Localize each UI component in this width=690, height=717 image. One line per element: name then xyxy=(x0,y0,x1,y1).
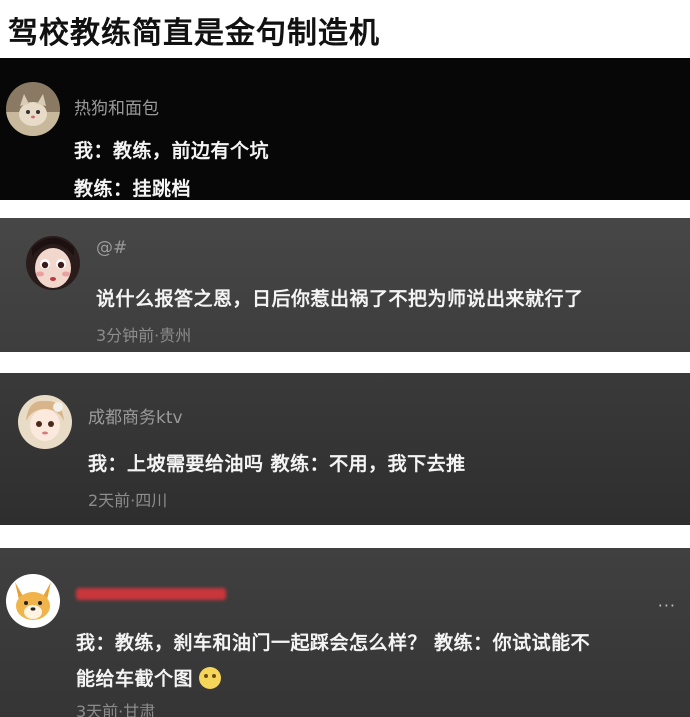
comment-timestamp-location: 3天前·甘肃 xyxy=(76,702,156,717)
smile-emoji-icon xyxy=(199,667,222,689)
screenshot-page: 驾校教练简直是金句制造机 热狗和面包 我：教练，前边有个坑 教练：挂跳档 @# … xyxy=(0,0,690,717)
more-options-icon[interactable]: ··· xyxy=(658,596,676,615)
comment-timestamp-location: 2天前·四川 xyxy=(88,491,168,510)
comment-text-line: 说什么报答之恩，日后你惹出祸了不把为师说出来就行了 xyxy=(96,288,584,310)
comment-card: @# 说什么报答之恩，日后你惹出祸了不把为师说出来就行了 3分钟前·贵州 xyxy=(0,218,690,352)
comment-username[interactable]: @# xyxy=(96,238,127,258)
comment-text-fragment: 能给车截个图 xyxy=(76,668,194,690)
comment-text-line-with-emoji: 能给车截个图 xyxy=(76,664,222,691)
doll-avatar-icon[interactable] xyxy=(18,395,72,449)
comment-text-line: 我：教练，刹车和油门一起踩会怎么样？ 教练：你试试能不 xyxy=(76,632,591,654)
comment-card: ··· 我：教练，刹车和油门一起踩会怎么样？ 教练：你试试能不 能给车截个图 3… xyxy=(0,548,690,717)
girl-avatar-icon[interactable] xyxy=(26,236,80,290)
page-title: 驾校教练简直是金句制造机 xyxy=(8,16,380,51)
comment-text-line: 我：上坡需要给油吗 教练：不用，我下去推 xyxy=(88,453,466,475)
comment-text-line: 我：教练，前边有个坑 xyxy=(74,140,270,162)
comment-timestamp-location: 3分钟前·贵州 xyxy=(96,326,192,345)
dog-avatar-icon[interactable] xyxy=(6,574,60,628)
comment-card: 热狗和面包 我：教练，前边有个坑 教练：挂跳档 xyxy=(0,58,690,200)
comment-card: 成都商务ktv 我：上坡需要给油吗 教练：不用，我下去推 2天前·四川 xyxy=(0,373,690,525)
comment-username-blurred[interactable] xyxy=(76,584,236,609)
cat-avatar-icon[interactable] xyxy=(6,82,60,136)
comment-username[interactable]: 热狗和面包 xyxy=(74,94,159,119)
comment-text-line: 教练：挂跳档 xyxy=(74,178,192,200)
comment-username[interactable]: 成都商务ktv xyxy=(88,403,183,428)
